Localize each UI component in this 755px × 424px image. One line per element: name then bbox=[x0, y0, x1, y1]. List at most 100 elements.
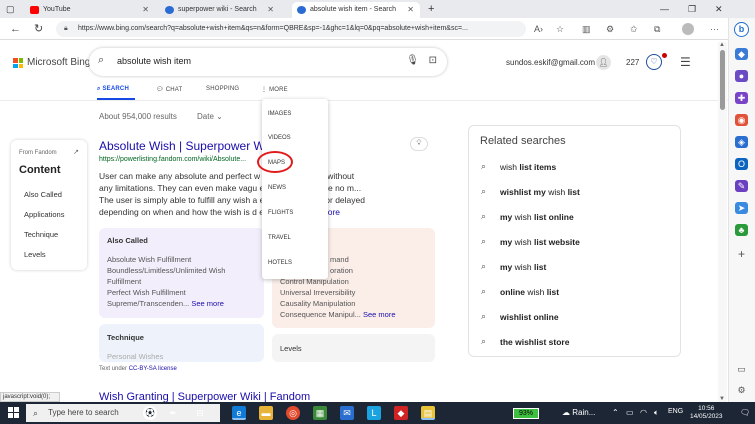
bing-chat-icon[interactable]: b bbox=[734, 22, 749, 37]
tag-icon[interactable]: ◆ bbox=[735, 48, 748, 60]
windows-start-icon[interactable] bbox=[8, 407, 19, 418]
tab-superpower-wiki[interactable]: superpower wiki - Search ✕ bbox=[160, 2, 280, 18]
microphone-icon[interactable]: 🎙︎ bbox=[406, 55, 419, 66]
extensions-icon[interactable]: ⚙ bbox=[606, 22, 614, 36]
profile-avatar[interactable] bbox=[682, 23, 694, 35]
notifications-icon[interactable]: 🗨︎ bbox=[740, 408, 750, 417]
language-indicator[interactable]: ENG bbox=[668, 408, 683, 415]
card-also-called[interactable]: Also Called Absolute Wish Fulfillment Bo… bbox=[99, 228, 264, 318]
menu-item-images[interactable]: IMAGES bbox=[268, 111, 291, 117]
pen-icon[interactable]: ✒ bbox=[166, 406, 180, 420]
volume-icon[interactable]: 🔈︎ bbox=[654, 408, 659, 418]
related-search-item[interactable]: my wish list website bbox=[500, 237, 580, 247]
new-tab-button[interactable]: + bbox=[428, 0, 434, 18]
tools-icon[interactable]: ✚ bbox=[735, 92, 748, 104]
weather-widget[interactable]: ☁ Rain... bbox=[562, 408, 595, 417]
favorites-icon[interactable]: ✩ bbox=[630, 22, 638, 36]
read-aloud-icon[interactable]: A› bbox=[534, 22, 543, 36]
nav-shopping[interactable]: SHOPPING bbox=[206, 86, 239, 92]
wifi-icon[interactable]: ◠ bbox=[640, 408, 647, 417]
bing-logo[interactable]: Microsoft Bing bbox=[13, 57, 90, 69]
split-screen-icon[interactable]: ▥ bbox=[582, 22, 591, 36]
panel-item-applications[interactable]: Applications bbox=[24, 210, 64, 219]
tab-youtube[interactable]: YouTube ✕ bbox=[25, 2, 155, 18]
license-link[interactable]: CC-BY-SA license bbox=[129, 366, 177, 372]
back-icon[interactable]: ← bbox=[10, 21, 21, 37]
notes-app-icon[interactable]: ▤ bbox=[421, 406, 435, 420]
result-title-link[interactable]: Absolute Wish | Superpower Wiki bbox=[99, 139, 276, 153]
restore-icon[interactable]: ❐ bbox=[688, 0, 696, 18]
menu-item-flights[interactable]: FLIGHTS bbox=[268, 210, 293, 216]
soccer-ball-icon[interactable]: ⚽︎ bbox=[143, 406, 157, 420]
menu-item-videos[interactable]: VIDEOS bbox=[268, 135, 291, 141]
address-bar[interactable]: 🔒︎ https://www.bing.com/search?q=absolut… bbox=[56, 21, 526, 37]
related-search-item[interactable]: the wishlist store bbox=[500, 337, 569, 347]
page-scrollbar[interactable]: ▲ ▼ bbox=[718, 42, 727, 402]
menu-item-news[interactable]: NEWS bbox=[268, 185, 286, 191]
related-search-item[interactable]: wishlist online bbox=[500, 312, 559, 322]
lightbulb-icon[interactable]: 💡︎ bbox=[410, 137, 428, 151]
close-tab-icon[interactable]: ✕ bbox=[142, 2, 149, 18]
minimize-icon[interactable]: — bbox=[660, 0, 669, 18]
card-technique[interactable]: Technique Personal Wishes bbox=[99, 324, 264, 362]
taskbar-search[interactable]: ⌕ Type here to search bbox=[26, 404, 220, 422]
l-app-icon[interactable]: L bbox=[367, 406, 381, 420]
edge-app-icon[interactable]: e bbox=[232, 406, 246, 420]
taskbar-clock[interactable]: 10:56 14/05/2023 bbox=[690, 405, 723, 421]
related-search-item[interactable]: online wish list bbox=[500, 287, 559, 297]
tray-chevron-icon[interactable]: ⌃ bbox=[612, 408, 619, 417]
see-more-link[interactable]: See more bbox=[191, 299, 224, 308]
see-more-link[interactable]: See more bbox=[363, 310, 396, 319]
related-search-item[interactable]: wishlist my wish list bbox=[500, 187, 580, 197]
file-explorer-icon[interactable]: ▬ bbox=[259, 406, 273, 420]
nav-more[interactable]: ⋮ MORE bbox=[261, 86, 288, 93]
search-input[interactable]: absolute wish item bbox=[117, 56, 191, 66]
scroll-up-icon[interactable]: ▲ bbox=[719, 42, 725, 48]
outlook-icon[interactable]: O bbox=[735, 158, 748, 170]
menu-item-travel[interactable]: TRAVEL bbox=[268, 235, 291, 241]
card-levels[interactable]: Levels bbox=[272, 334, 435, 362]
related-search-item[interactable]: my wish list online bbox=[500, 212, 574, 222]
result-url[interactable]: https://powerlisting.fandom.com/wiki/Abs… bbox=[99, 156, 246, 163]
search-box[interactable]: ⌕ absolute wish item 🎙︎ ⊡ bbox=[89, 48, 447, 76]
collections-icon[interactable]: ⧉ bbox=[654, 22, 660, 36]
store-icon[interactable]: ▦ bbox=[313, 406, 327, 420]
rewards-points[interactable]: 227 bbox=[626, 58, 639, 67]
tab-absolute-wish[interactable]: absolute wish item - Search ✕ bbox=[292, 2, 420, 18]
favorite-star-icon[interactable]: ☆ bbox=[556, 22, 564, 36]
close-tab-icon[interactable]: ✕ bbox=[267, 2, 274, 18]
nav-search[interactable]: ⌕ SEARCH bbox=[97, 86, 129, 93]
panel-item-technique[interactable]: Technique bbox=[24, 230, 58, 239]
close-tab-icon[interactable]: ✕ bbox=[407, 2, 414, 18]
menu-item-hotels[interactable]: HOTELS bbox=[268, 260, 292, 266]
office-icon[interactable]: ◉ bbox=[735, 114, 748, 126]
add-sidebar-icon[interactable]: + bbox=[735, 248, 748, 260]
sidebar-settings-icon[interactable]: ⚙ bbox=[735, 384, 748, 396]
scroll-thumb[interactable] bbox=[720, 50, 725, 110]
user-avatar-icon[interactable]: 👤︎ bbox=[596, 55, 611, 70]
battery-indicator[interactable]: 93% bbox=[513, 408, 539, 419]
nav-chat[interactable]: 💬︎ CHAT bbox=[156, 86, 182, 93]
shield-app-icon[interactable]: ◆ bbox=[394, 406, 408, 420]
network-icon[interactable]: ▭ bbox=[626, 408, 634, 417]
related-search-item[interactable]: wish list items bbox=[500, 162, 556, 172]
tab-actions-icon[interactable]: ▢ bbox=[6, 0, 15, 18]
visual-search-icon[interactable]: ⊡ bbox=[429, 55, 437, 66]
send-icon[interactable]: ➤ bbox=[735, 202, 748, 214]
shopping-bag-icon[interactable]: ● bbox=[735, 70, 748, 82]
settings-more-icon[interactable]: ··· bbox=[710, 22, 719, 36]
games-icon[interactable]: ◈ bbox=[735, 136, 748, 148]
drop-icon[interactable]: ✎ bbox=[735, 180, 748, 192]
related-search-item[interactable]: my wish list bbox=[500, 262, 546, 272]
account-email[interactable]: sundos.eskif@gmail.com bbox=[506, 58, 595, 67]
tree-icon[interactable]: ♣ bbox=[735, 224, 748, 236]
sidebar-layout-icon[interactable]: ▭ bbox=[735, 363, 748, 375]
date-filter[interactable]: Date ⌄ bbox=[197, 112, 223, 121]
rewards-icon[interactable]: ♡ bbox=[646, 54, 662, 70]
chrome-icon[interactable]: ◎ bbox=[286, 406, 300, 420]
task-view-icon[interactable]: ⊟ bbox=[193, 406, 207, 420]
refresh-icon[interactable]: ↻ bbox=[34, 21, 43, 37]
hamburger-menu-icon[interactable]: ☰ bbox=[680, 55, 691, 69]
close-window-icon[interactable]: ✕ bbox=[715, 0, 723, 18]
mail-icon[interactable]: ✉ bbox=[340, 406, 354, 420]
